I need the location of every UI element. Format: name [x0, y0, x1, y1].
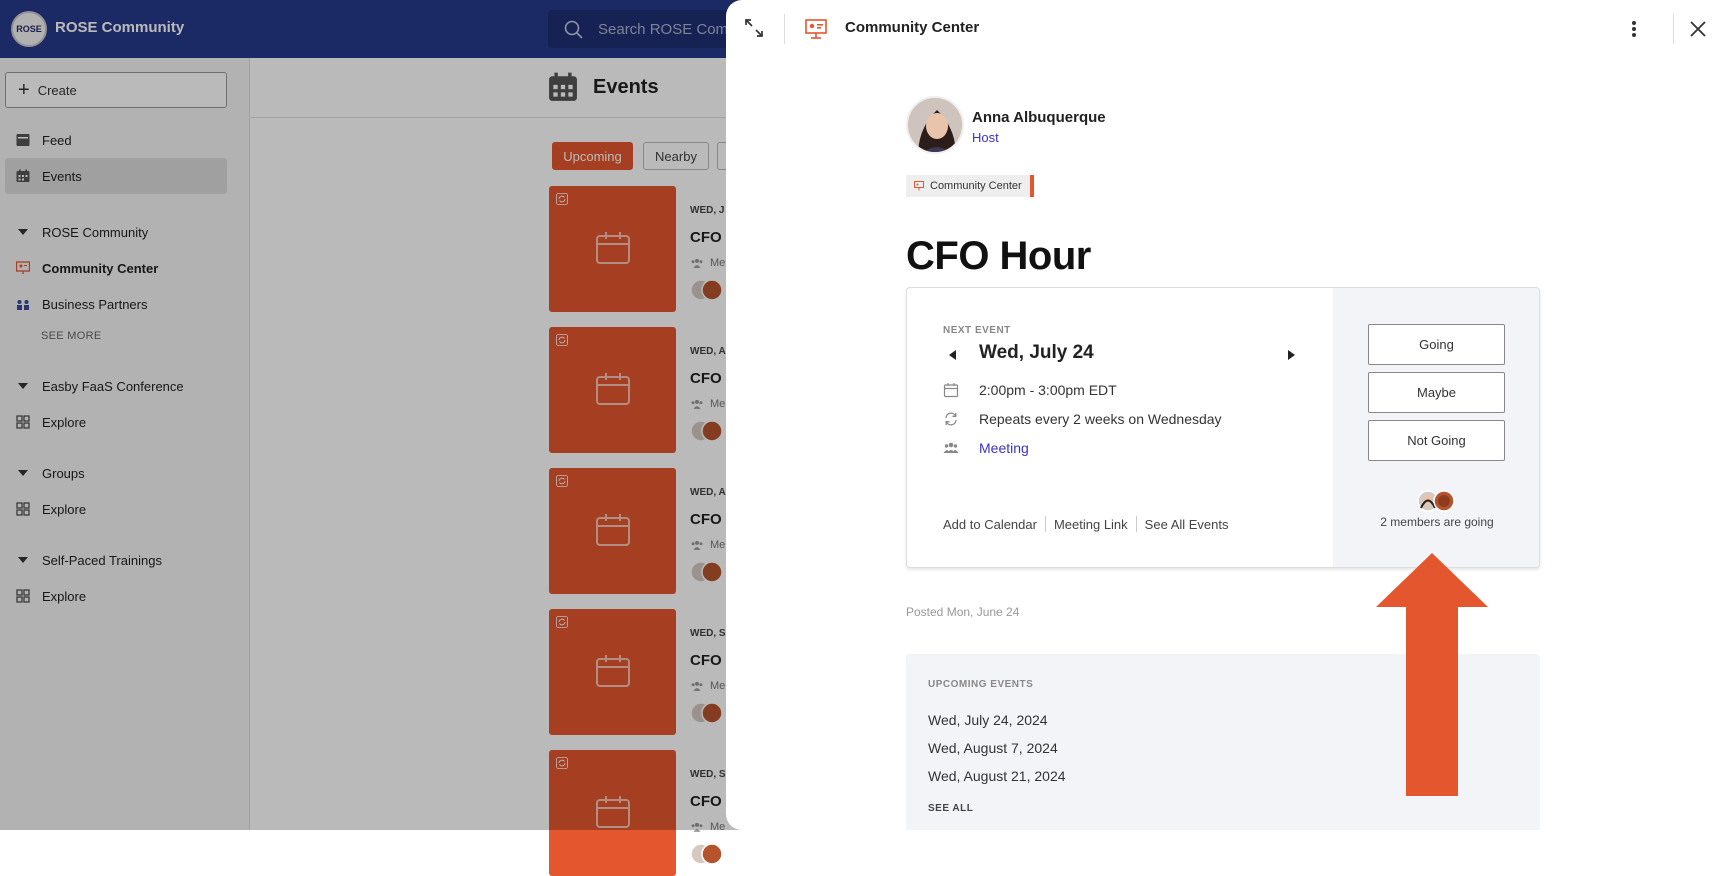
close-icon[interactable]	[1689, 20, 1707, 38]
posted-date: Posted Mon, June 24	[906, 605, 1020, 619]
next-arrow-icon[interactable]	[1288, 350, 1295, 360]
annotation-arrow	[1376, 553, 1488, 796]
people-icon	[943, 442, 959, 453]
next-event-date: Wed, July 24	[979, 342, 1094, 363]
event-time: 2:00pm - 3:00pm EDT	[979, 382, 1117, 398]
see-all-link[interactable]: SEE ALL	[928, 803, 973, 814]
event-title: CFO Hour	[906, 234, 1091, 278]
event-actions: Add to Calendar Meeting Link See All Eve…	[943, 516, 1229, 532]
next-event-details: NEXT EVENT Wed, July 24 2:00pm - 3:00pm …	[907, 288, 1333, 567]
meeting-link[interactable]: Meeting Link	[1054, 517, 1128, 532]
upcoming-event-date[interactable]: Wed, August 21, 2024	[928, 768, 1066, 784]
host-avatar[interactable]	[906, 96, 964, 154]
tag-label: Community Center	[930, 180, 1022, 192]
presentation-icon	[805, 19, 827, 39]
presentation-icon	[914, 181, 924, 191]
maybe-button[interactable]: Maybe	[1368, 372, 1505, 413]
calendar-icon	[943, 383, 959, 398]
next-event-card: NEXT EVENT Wed, July 24 2:00pm - 3:00pm …	[906, 287, 1540, 568]
upcoming-event-date[interactable]: Wed, August 7, 2024	[928, 740, 1058, 756]
add-to-calendar-link[interactable]: Add to Calendar	[943, 517, 1037, 532]
previous-arrow-icon[interactable]	[949, 350, 956, 360]
rsvp-section: Going Maybe Not Going 2 members are goin…	[1333, 288, 1539, 567]
panel-title: Community Center	[845, 19, 980, 36]
divider	[1044, 516, 1046, 532]
attendee-avatars[interactable]	[1417, 490, 1457, 512]
not-going-button[interactable]: Not Going	[1368, 420, 1505, 461]
more-options-icon[interactable]	[1631, 16, 1637, 42]
event-detail-panel: Community Center Anna Albuquerque Host C…	[726, 0, 1718, 830]
going-button[interactable]: Going	[1368, 324, 1505, 365]
attendee-avatars	[690, 843, 723, 865]
see-all-events-link[interactable]: See All Events	[1145, 517, 1229, 532]
meeting-link-text[interactable]: Meeting	[979, 440, 1029, 456]
event-repeat-row: Repeats every 2 weeks on Wednesday	[943, 411, 1222, 427]
event-repeats: Repeats every 2 weeks on Wednesday	[979, 411, 1222, 427]
upcoming-events-label: UPCOMING EVENTS	[928, 679, 1034, 690]
expand-icon[interactable]	[744, 18, 764, 38]
next-event-label: NEXT EVENT	[943, 325, 1011, 336]
divider	[784, 14, 785, 44]
upcoming-event-date[interactable]: Wed, July 24, 2024	[928, 712, 1048, 728]
repeat-icon	[945, 412, 957, 426]
event-meeting-row[interactable]: Meeting	[943, 440, 1029, 456]
going-count: 2 members are going	[1380, 515, 1494, 529]
community-tag[interactable]: Community Center	[906, 175, 1034, 197]
event-time-row: 2:00pm - 3:00pm EDT	[943, 382, 1117, 398]
divider	[1135, 516, 1137, 532]
host-name[interactable]: Anna Albuquerque	[972, 109, 1106, 126]
divider	[1673, 14, 1674, 44]
host-role: Host	[972, 130, 999, 145]
